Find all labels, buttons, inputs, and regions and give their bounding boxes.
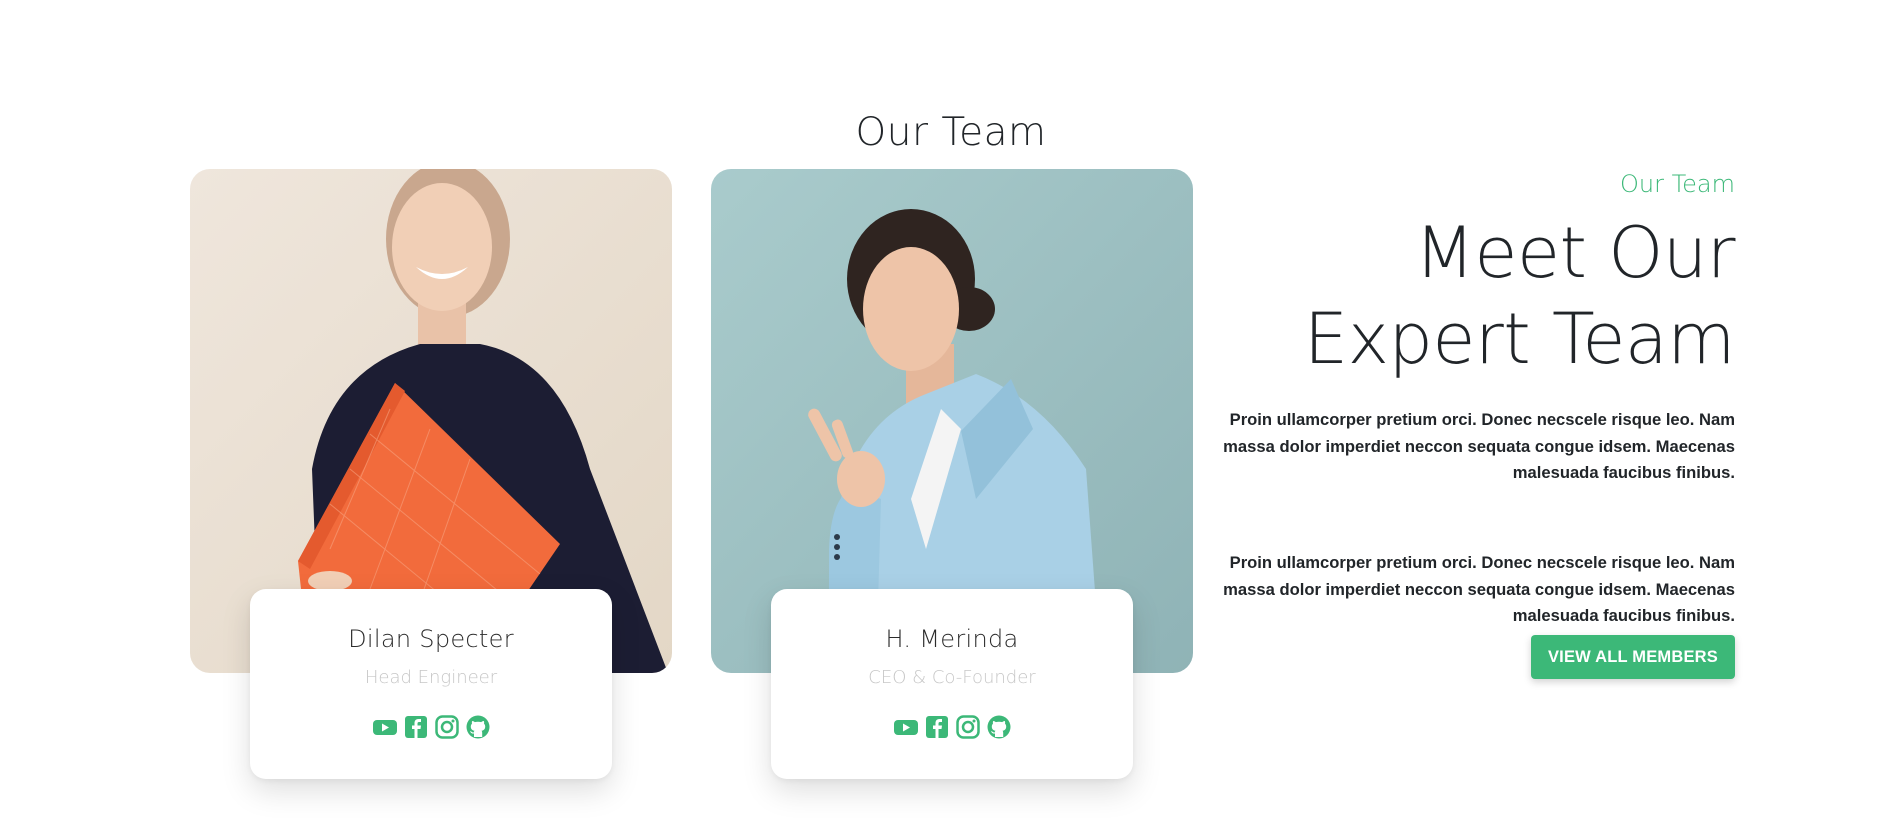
github-icon[interactable] [986,714,1012,740]
team-member-card: H. Merinda CEO & Co-Founder [711,169,1193,779]
facebook-icon[interactable] [924,714,950,740]
social-links [250,714,612,740]
github-icon[interactable] [465,714,491,740]
intro-paragraph: Proin ullamcorper pretium orci. Donec ne… [1223,410,1735,482]
headline: Meet Our Expert Team [1303,212,1736,380]
youtube-icon[interactable] [372,714,398,740]
youtube-icon[interactable] [893,714,919,740]
intro-paragraph: Proin ullamcorper pretium orci. Donec ne… [1223,553,1735,625]
member-role: CEO & Co-Founder [868,667,1036,688]
social-links [771,714,1133,740]
section-title: Our Team [855,110,1047,155]
member-info-box: Dilan Specter Head Engineer [250,589,612,779]
team-section: Our Team Dilan Specter Head Engineer H. … [0,0,1882,829]
instagram-icon[interactable] [434,714,460,740]
facebook-icon[interactable] [403,714,429,740]
view-all-members-button[interactable]: VIEW ALL MEMBERS [1531,635,1735,679]
member-info-box: H. Merinda CEO & Co-Founder [771,589,1133,779]
instagram-icon[interactable] [955,714,981,740]
team-member-card: Dilan Specter Head Engineer [190,169,672,779]
member-name: Dilan Specter [348,625,514,653]
eyebrow-label: Our Team [1619,170,1735,198]
member-name: H. Merinda [885,625,1019,653]
member-role: Head Engineer [364,667,498,688]
